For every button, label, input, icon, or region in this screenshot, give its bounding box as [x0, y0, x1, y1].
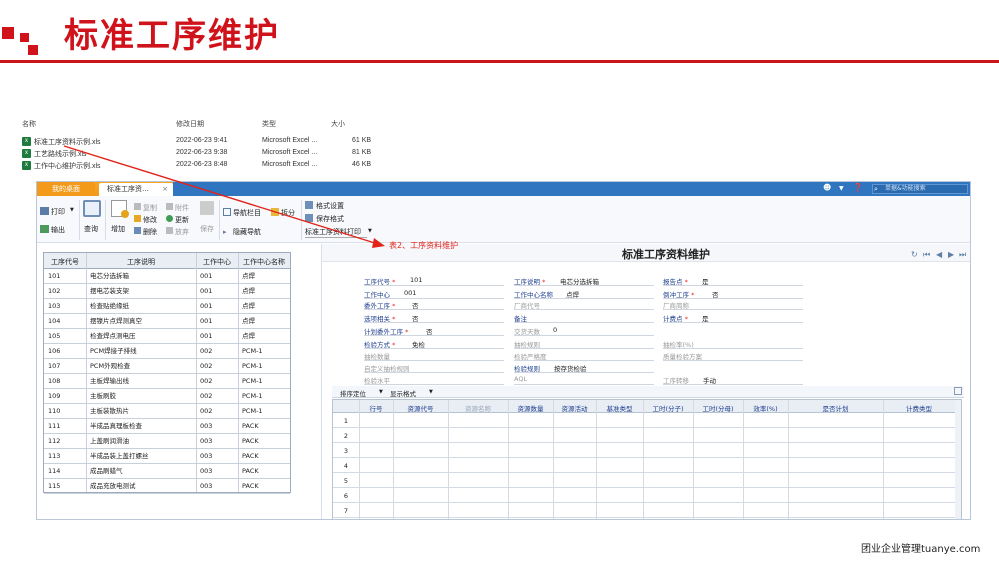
footer-credit: 团业企业管理tuanye.com: [861, 544, 981, 555]
annotation-label: 表2、工序资料维护: [389, 241, 459, 250]
annotation-arrow: [63, 145, 385, 248]
